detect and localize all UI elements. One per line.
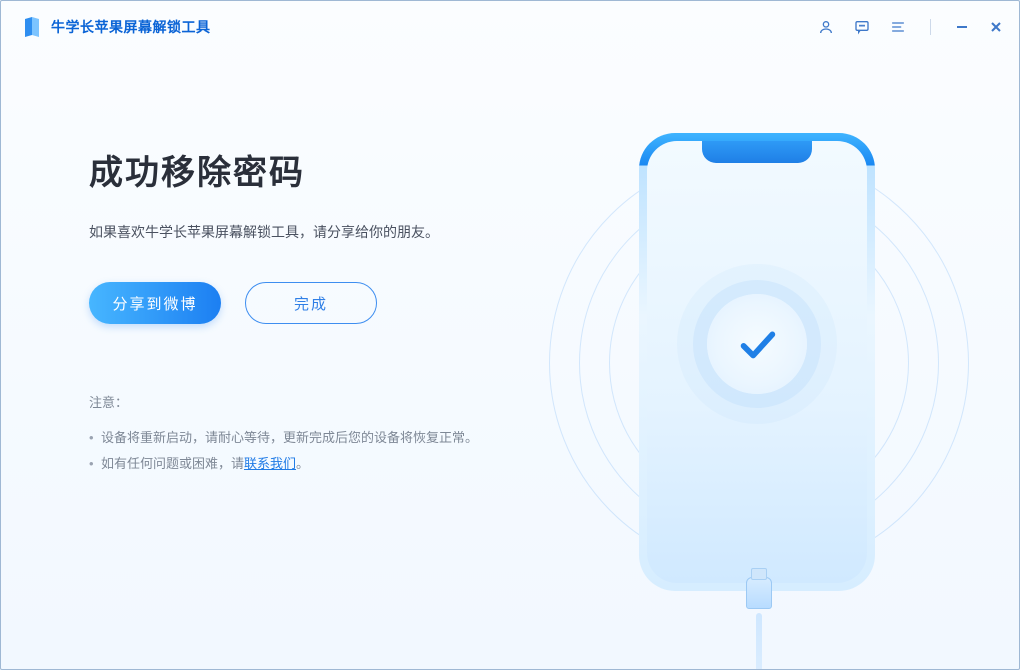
title-bar: 牛学长苹果屏幕解锁工具 xyxy=(1,1,1019,53)
phone-frame xyxy=(639,133,875,591)
content-area: 成功移除密码 如果喜欢牛学长苹果屏幕解锁工具，请分享给你的朋友。 分享到微博 完… xyxy=(1,53,1019,669)
cable-plug-icon xyxy=(746,577,772,609)
note-item: 设备将重新启动，请耐心等待，更新完成后您的设备将恢复正常。 xyxy=(89,425,549,451)
phone-notch xyxy=(702,141,812,163)
notes-list: 设备将重新启动，请耐心等待，更新完成后您的设备将恢复正常。 如有任何问题或困难，… xyxy=(89,425,549,477)
account-icon[interactable] xyxy=(818,19,834,35)
minimize-button[interactable] xyxy=(955,20,969,34)
contact-us-link[interactable]: 联系我们 xyxy=(244,456,296,471)
left-panel: 成功移除密码 如果喜欢牛学长苹果屏幕解锁工具，请分享给你的朋友。 分享到微博 完… xyxy=(89,145,549,477)
success-subtitle: 如果喜欢牛学长苹果屏幕解锁工具，请分享给你的朋友。 xyxy=(89,222,549,242)
close-button[interactable] xyxy=(989,20,1003,34)
titlebar-divider xyxy=(930,19,931,35)
notes-heading: 注意： xyxy=(89,392,549,411)
titlebar-actions xyxy=(818,19,1003,35)
success-check-icon xyxy=(707,294,807,394)
success-heading: 成功移除密码 xyxy=(89,145,549,194)
app-title: 牛学长苹果屏幕解锁工具 xyxy=(51,17,211,37)
phone-screen xyxy=(647,141,867,583)
app-window: 牛学长苹果屏幕解锁工具 成功移除密码 如果喜欢牛学长苹果屏幕解锁工 xyxy=(0,0,1020,670)
note-suffix: 。 xyxy=(296,456,309,471)
action-buttons: 分享到微博 完成 xyxy=(89,282,549,324)
note-item: 如有任何问题或困难，请联系我们。 xyxy=(89,451,549,477)
done-button[interactable]: 完成 xyxy=(245,282,377,324)
note-text: 如有任何问题或困难，请 xyxy=(101,456,244,471)
share-weibo-button[interactable]: 分享到微博 xyxy=(89,282,221,324)
phone-illustration xyxy=(569,103,949,623)
menu-icon[interactable] xyxy=(890,19,906,35)
app-logo-icon xyxy=(23,17,41,37)
feedback-icon[interactable] xyxy=(854,19,870,35)
cable-wire xyxy=(756,613,762,670)
